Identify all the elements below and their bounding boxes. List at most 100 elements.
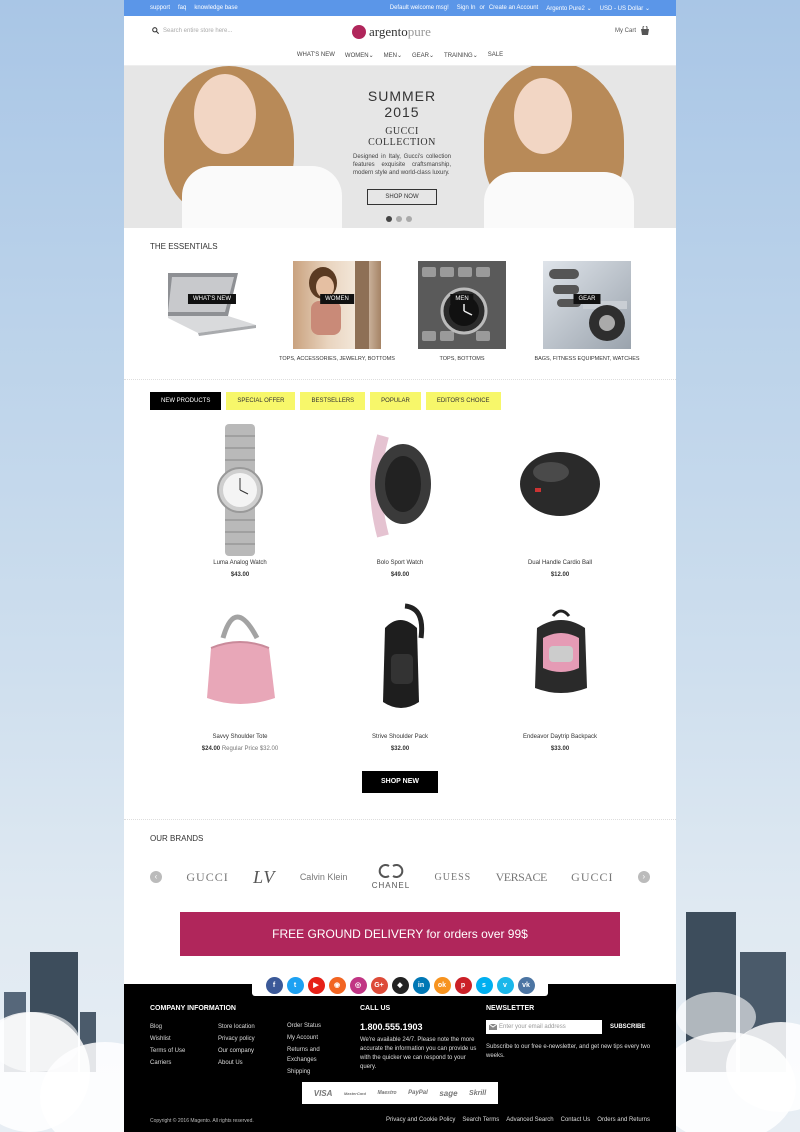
store-switcher[interactable]: Argento Pure2 ⌄ — [546, 5, 591, 12]
hero-slider[interactable]: SUMMER 2015 GUCCI COLLECTION Designed in… — [124, 66, 676, 228]
footer-link-orders-returns[interactable]: Orders and Returns — [597, 1117, 650, 1123]
tab-editors-choice[interactable]: EDITOR'S CHOICE — [425, 392, 501, 410]
subscribe-button[interactable]: SUBSCRIBE — [610, 1024, 645, 1030]
mini-cart[interactable]: My Cart — [615, 26, 650, 35]
nav-item-gear[interactable]: GEAR⌄ — [412, 52, 434, 59]
product-name[interactable]: Luma Analog Watch — [160, 560, 320, 566]
brand-logo-chanel[interactable]: CHANEL — [372, 863, 410, 891]
sign-in-link[interactable]: Sign In — [457, 5, 476, 11]
footer-link-contact-us[interactable]: Contact Us — [561, 1117, 591, 1123]
nav-item-whats-new[interactable]: WHAT'S NEW — [297, 52, 335, 59]
footer-link-returns[interactable]: Returns and Exchanges — [287, 1045, 335, 1065]
brand-logo-calvin-klein[interactable]: Calvin Klein — [300, 872, 348, 882]
tab-special-offer[interactable]: SPECIAL OFFER — [226, 392, 296, 410]
footer-link-terms[interactable]: Terms of Use — [150, 1045, 185, 1057]
phone-number[interactable]: 1.800.555.1903 — [360, 1022, 423, 1032]
footer-link-advanced-search[interactable]: Advanced Search — [506, 1117, 553, 1123]
tab-bestsellers[interactable]: BESTSELLERS — [300, 392, 366, 410]
tab-new-products[interactable]: NEW PRODUCTS — [150, 392, 222, 410]
footer-link-privacy-cookie[interactable]: Privacy and Cookie Policy — [386, 1117, 455, 1123]
shop-new-button[interactable]: SHOP NEW — [362, 771, 438, 793]
create-account-link[interactable]: Create an Account — [489, 5, 538, 11]
currency-switcher[interactable]: USD - US Dollar ⌄ — [600, 5, 650, 12]
product-image-bolo-sport-watch[interactable] — [320, 424, 480, 556]
brand-logo-guess[interactable]: GUESS — [435, 872, 472, 883]
product-card[interactable]: Luma Analog Watch $43.00 — [160, 424, 320, 588]
linkedin-icon[interactable]: in — [412, 976, 430, 994]
category-men[interactable]: MEN TOPS, BOTTOMS — [418, 261, 506, 362]
vk-icon[interactable]: vk — [517, 976, 535, 994]
knowledge-base-link[interactable]: knowledge base — [194, 5, 237, 11]
newsletter-description: Subscribe to our free e-newsletter, and … — [486, 1044, 651, 1059]
brand-logo-gucci[interactable]: GUCCI — [186, 870, 228, 885]
product-image-strive-shoulder-pack[interactable] — [320, 598, 480, 730]
product-name[interactable]: Endeavor Daytrip Backpack — [480, 734, 640, 740]
footer: COMPANY INFORMATION Blog Wishlist Terms … — [124, 984, 676, 1132]
footer-link-my-account[interactable]: My Account — [287, 1033, 335, 1043]
product-name[interactable]: Bolo Sport Watch — [320, 560, 480, 566]
brand-logo-lv[interactable]: LV — [253, 867, 275, 888]
category-whats-new[interactable]: WHAT'S NEW — [164, 261, 256, 362]
product-name[interactable]: Dual Handle Cardio Ball — [480, 560, 640, 566]
product-card[interactable]: Savvy Shoulder Tote $24.00 Regular Price… — [160, 598, 320, 762]
rss-icon[interactable]: ◉ — [328, 976, 346, 994]
footer-link-privacy[interactable]: Privacy policy — [218, 1033, 255, 1045]
footer-link-about[interactable]: About Us — [218, 1057, 255, 1069]
youtube-icon[interactable]: ▶ — [307, 976, 325, 994]
google-plus-icon[interactable]: G+ — [370, 976, 388, 994]
product-image-endeavor-daytrip-backpack[interactable] — [480, 598, 640, 730]
payment-methods: VISA MasterCard Maestro PayPal sage Skri… — [302, 1082, 498, 1104]
category-women[interactable]: WOMEN TOPS, ACCESSORIES, JEWELRY, BOTTOM… — [279, 261, 395, 362]
footer-link-search-terms[interactable]: Search Terms — [462, 1117, 499, 1123]
odnoklassniki-icon[interactable]: ok — [433, 976, 451, 994]
product-card[interactable]: Strive Shoulder Pack $32.00 — [320, 598, 480, 762]
nav-item-men[interactable]: MEN⌄ — [384, 52, 402, 59]
slider-dot[interactable] — [406, 216, 412, 222]
slider-dot[interactable] — [386, 216, 392, 222]
chevron-down-icon: ⌄ — [644, 5, 650, 12]
category-gear[interactable]: GEAR BAGS, FITNESS EQUIPMENT, WATCHES — [534, 261, 640, 362]
footer-links-col1: Blog Wishlist Terms of Use Carriers — [150, 1021, 185, 1069]
vimeo-icon[interactable]: v — [496, 976, 514, 994]
store-logo[interactable]: argento pure — [352, 24, 431, 40]
hero-shop-now-button[interactable]: SHOP NOW — [367, 189, 437, 205]
facebook-icon[interactable]: f — [265, 976, 283, 994]
product-image-savvy-shoulder-tote[interactable] — [160, 598, 320, 730]
product-card[interactable]: Endeavor Daytrip Backpack $33.00 — [480, 598, 640, 762]
pinterest-icon[interactable]: p — [454, 976, 472, 994]
product-card[interactable]: Dual Handle Cardio Ball $12.00 — [480, 424, 640, 588]
nav-item-women[interactable]: WOMEN⌄ — [345, 52, 374, 59]
carousel-next-icon[interactable]: › — [637, 871, 650, 883]
footer-link-our-company[interactable]: Our company — [218, 1045, 255, 1057]
product-name[interactable]: Strive Shoulder Pack — [320, 734, 480, 740]
product-name[interactable]: Savvy Shoulder Tote — [160, 734, 320, 740]
faq-link[interactable]: faq — [178, 5, 186, 11]
or-text: or — [479, 5, 485, 11]
product-card[interactable]: Bolo Sport Watch $49.00 — [320, 424, 480, 588]
nav-item-sale[interactable]: SALE — [488, 52, 503, 59]
search-input[interactable]: Search entire store here... — [152, 27, 232, 34]
brand-logo-versace[interactable]: VERSACE — [496, 870, 548, 885]
skype-icon[interactable]: s — [475, 976, 493, 994]
product-image-dual-handle-cardio-ball[interactable] — [480, 424, 640, 556]
tab-popular[interactable]: POPULAR — [370, 392, 421, 410]
carousel-prev-icon[interactable]: ‹ — [150, 871, 162, 883]
free-delivery-banner[interactable]: FREE GROUND DELIVERY for orders over 99$ — [180, 912, 620, 956]
cart-icon — [641, 26, 649, 35]
footer-link-order-status[interactable]: Order Status — [287, 1021, 335, 1031]
brand-logo-gucci-2[interactable]: GUCCI — [571, 870, 613, 885]
footer-link-blog[interactable]: Blog — [150, 1021, 185, 1033]
twitter-icon[interactable]: t — [286, 976, 304, 994]
footer-link-shipping[interactable]: Shipping — [287, 1067, 335, 1077]
footer-link-store-location[interactable]: Store location — [218, 1021, 255, 1033]
footer-link-wishlist[interactable]: Wishlist — [150, 1033, 185, 1045]
product-image-luma-analog-watch[interactable] — [160, 424, 320, 556]
newsletter-email-field[interactable]: Enter your email address — [486, 1020, 602, 1034]
footer-link-carriers[interactable]: Carriers — [150, 1057, 185, 1069]
nav-item-training[interactable]: TRAINING⌄ — [444, 52, 478, 59]
slider-dot[interactable] — [396, 216, 402, 222]
regular-price: Regular Price $32.00 — [221, 746, 279, 752]
instagram-icon[interactable]: ◎ — [349, 976, 367, 994]
support-link[interactable]: support — [150, 5, 170, 11]
github-icon[interactable]: ◆ — [391, 976, 409, 994]
